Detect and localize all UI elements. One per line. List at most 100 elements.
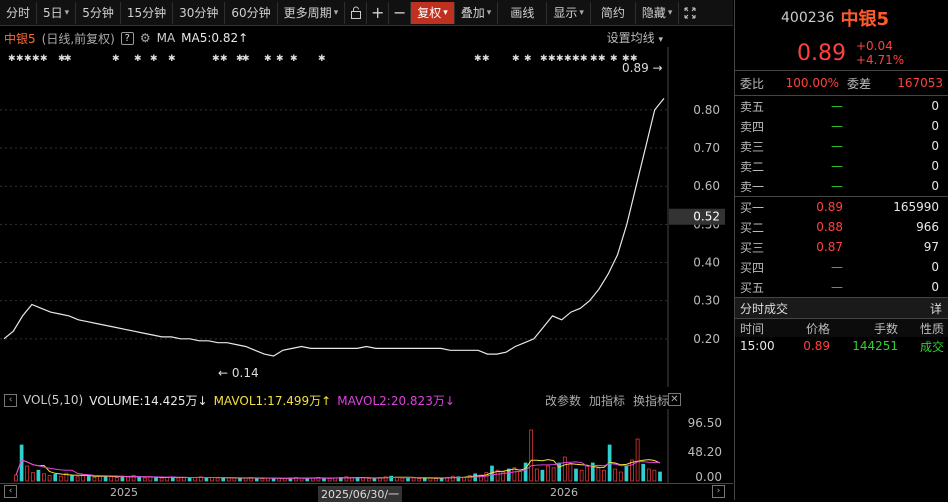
- draw-line-button[interactable]: 画线: [498, 1, 548, 24]
- event-marker[interactable]: ✱: [524, 54, 532, 64]
- chart-area[interactable]: 中银5 (日线,前复权) ? ⚙ MA MA5:0.82↑ 设置均线 ▾ ✱ ✱ ✱…: [0, 27, 733, 502]
- ask-row: 卖二 — 0: [735, 156, 948, 176]
- event-marker[interactable]: ✱: [610, 54, 618, 64]
- tick-price: 0.89: [803, 339, 830, 353]
- event-marker[interactable]: ✱: [598, 54, 606, 64]
- volume-bar: [596, 467, 601, 482]
- chevron-down-icon: ▾: [64, 7, 70, 18]
- event-marker[interactable]: ✱: [572, 54, 580, 64]
- volume-bar: [484, 472, 489, 482]
- bid-price: —: [831, 280, 843, 294]
- period-30min[interactable]: 30分钟: [173, 1, 226, 24]
- volume-bar: [126, 476, 130, 482]
- event-marker[interactable]: ✱: [8, 54, 16, 64]
- ask-label: 卖三: [740, 139, 765, 154]
- volume-bar: [47, 475, 52, 482]
- fuquan-dropdown[interactable]: 复权 ▾: [411, 1, 455, 24]
- volume-bar: [568, 463, 573, 482]
- volume-bar: [529, 429, 534, 482]
- vol-mavol1: MAVOL1:17.499万↑: [213, 393, 332, 408]
- event-marker[interactable]: ✱: [16, 54, 24, 64]
- chart-toolbar: 分时 5日 ▾ 5分钟 15分钟 30分钟 60分钟 更多周期 ▾ + − 复权 ▾ …: [0, 0, 733, 26]
- bid-price: 0.87: [816, 240, 843, 254]
- ticks-list: 15:00 0.89 144251 成交: [735, 337, 948, 355]
- event-marker[interactable]: ✱: [540, 54, 548, 64]
- event-marker[interactable]: ✱: [24, 54, 32, 64]
- period-intraday[interactable]: 分时: [0, 1, 38, 24]
- ma5-value: MA5:0.82↑: [181, 31, 249, 45]
- chevron-left-icon[interactable]: ‹: [4, 485, 17, 498]
- chevron-right-icon[interactable]: ›: [712, 485, 725, 498]
- volume-bar: [137, 477, 142, 482]
- event-marker[interactable]: ✱: [556, 54, 564, 64]
- volume-bar: [58, 475, 63, 482]
- period-60min[interactable]: 60分钟: [225, 1, 278, 24]
- change-params-button[interactable]: 改参数: [545, 392, 581, 409]
- event-marker[interactable]: ✱: [112, 54, 120, 64]
- price-row: 0.89 +0.04 +4.71%: [735, 36, 948, 70]
- chart-header: 中银5 (日线,前复权) ? ⚙ MA MA5:0.82↑: [4, 29, 248, 47]
- close-icon[interactable]: ✕: [668, 393, 681, 406]
- volume-bar: [658, 471, 662, 482]
- event-marker[interactable]: ✱: [580, 54, 588, 64]
- volume-bar: [551, 467, 556, 482]
- x-label-2025: 2025: [110, 486, 138, 499]
- event-marker[interactable]: ✱: [564, 54, 572, 64]
- ask-row: 卖四 — 0: [735, 116, 948, 136]
- event-marker[interactable]: ✱: [290, 54, 298, 64]
- gear-icon[interactable]: ⚙: [140, 31, 151, 45]
- event-marker[interactable]: ✱: [482, 54, 490, 64]
- overlay-dropdown[interactable]: 叠加 ▾: [455, 1, 499, 24]
- volume-bar: [540, 469, 545, 482]
- event-marker[interactable]: ✱: [220, 54, 228, 64]
- min-price-label: ← 0.14: [218, 366, 259, 380]
- period-5min[interactable]: 5分钟: [76, 1, 121, 24]
- event-marker[interactable]: ✱: [134, 54, 142, 64]
- volume-bar: [534, 468, 539, 482]
- more-periods-dropdown[interactable]: 更多周期 ▾: [278, 1, 346, 24]
- volume-bar: [75, 476, 80, 482]
- weicha-value: 167053: [897, 76, 943, 90]
- lock-icon[interactable]: [345, 1, 368, 24]
- event-marker[interactable]: ✱: [242, 54, 250, 64]
- ma-settings-dropdown[interactable]: 设置均线 ▾: [607, 29, 663, 46]
- chevron-left-icon[interactable]: ‹: [4, 393, 17, 407]
- ticks-header: 时间 价格 手数 性质: [735, 319, 948, 337]
- event-marker[interactable]: ✱: [276, 54, 284, 64]
- simple-mode-button[interactable]: 简约: [591, 1, 636, 24]
- switch-indicator-button[interactable]: 换指标: [633, 392, 669, 409]
- fullscreen-icon[interactable]: [679, 2, 701, 24]
- event-marker[interactable]: ✱: [168, 54, 176, 64]
- hide-dropdown[interactable]: 隐藏 ▾: [636, 1, 680, 24]
- volume-bar: [221, 477, 226, 482]
- event-marker[interactable]: ✱: [64, 54, 72, 64]
- bid-row: 买一 0.89 165990: [735, 197, 948, 217]
- help-icon[interactable]: ?: [120, 31, 134, 45]
- chevron-down-icon: ▾: [443, 7, 448, 18]
- ticks-section-bar: 分时成交 详: [735, 297, 948, 319]
- event-marker[interactable]: ✱: [548, 54, 556, 64]
- chevron-down-icon: ▾: [579, 7, 584, 18]
- zoom-out-button[interactable]: −: [389, 1, 412, 24]
- zoom-in-button[interactable]: +: [367, 1, 390, 24]
- event-marker[interactable]: ✱: [318, 54, 326, 64]
- event-marker[interactable]: ✱: [40, 54, 48, 64]
- event-marker[interactable]: ✱: [212, 54, 220, 64]
- ask-label: 卖四: [740, 119, 765, 134]
- bid-volume: 97: [923, 240, 939, 254]
- event-marker[interactable]: ✱: [150, 54, 158, 64]
- period-15min[interactable]: 15分钟: [121, 1, 174, 24]
- event-marker[interactable]: ✱: [32, 54, 40, 64]
- display-dropdown[interactable]: 显示 ▾: [547, 1, 591, 24]
- tick-volume: 144251: [852, 339, 898, 353]
- event-marker[interactable]: ✱: [512, 54, 520, 64]
- bid-label: 买三: [740, 240, 765, 255]
- period-5day[interactable]: 5日 ▾: [37, 1, 77, 24]
- chevron-down-icon: ▾: [658, 35, 663, 45]
- add-indicator-button[interactable]: 加指标: [589, 392, 625, 409]
- ticks-detail-button[interactable]: 详: [930, 300, 942, 317]
- event-marker[interactable]: ✱: [590, 54, 598, 64]
- bid-price: 0.89: [816, 200, 843, 214]
- event-marker[interactable]: ✱: [264, 54, 272, 64]
- event-marker[interactable]: ✱: [474, 54, 482, 64]
